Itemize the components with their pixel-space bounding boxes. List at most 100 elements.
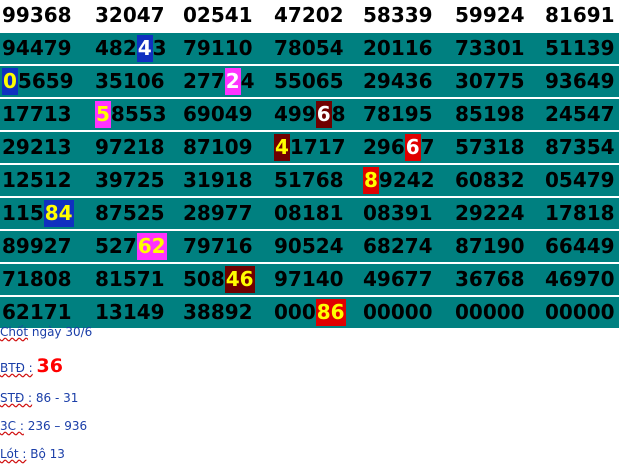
number-cell: 47202 <box>274 0 344 31</box>
number-text-tail: 1717 <box>289 135 346 159</box>
number-cell: 58553 <box>95 99 167 130</box>
number-text-tail: 7 <box>420 135 435 159</box>
number-cell: 78054 <box>274 33 344 64</box>
number-text: 02541 <box>183 3 253 27</box>
number-text: 05479 <box>545 168 615 192</box>
number-text: 29436 <box>363 69 433 93</box>
grid-row: 12512 39725 31918 51768 89242 60832 05479 <box>0 165 619 196</box>
number-cell: 52762 <box>95 231 167 262</box>
number-text: 51139 <box>545 36 615 60</box>
number-text: 36768 <box>455 267 525 291</box>
number-text: 90524 <box>274 234 344 258</box>
number-text: 87354 <box>545 135 615 159</box>
number-cell: 89242 <box>363 165 435 196</box>
number-cell: 00000 <box>545 297 615 328</box>
number-text: 94479 <box>2 36 72 60</box>
highlighted-digits: 8 <box>363 167 379 194</box>
number-text: 71808 <box>2 267 72 291</box>
number-cell: 05659 <box>2 66 74 97</box>
number-cell: 48243 <box>95 33 167 64</box>
number-text: 51768 <box>274 168 344 192</box>
highlighted-digits: 5 <box>95 101 111 128</box>
number-text: 49677 <box>363 267 433 291</box>
number-text: 58339 <box>363 3 433 27</box>
grid-row: 62171 13149 38892 00086 00000 00000 00000 <box>0 297 619 328</box>
number-text: 115 <box>2 201 44 225</box>
c3-value: 236 – 936 <box>23 419 88 433</box>
number-text: 59924 <box>455 3 525 27</box>
number-cell: 78195 <box>363 99 433 130</box>
number-cell: 39725 <box>95 165 165 196</box>
btd-value: 36 <box>36 355 63 377</box>
number-text: 00000 <box>545 300 615 324</box>
number-cell: 60832 <box>455 165 525 196</box>
number-text: 17713 <box>2 102 72 126</box>
number-text: 85198 <box>455 102 525 126</box>
number-cell: 31918 <box>183 165 253 196</box>
number-cell: 20116 <box>363 33 433 64</box>
number-text: 13149 <box>95 300 165 324</box>
number-cell: 32047 <box>95 0 165 31</box>
grid-row: 71808 81571 50846 97140 49677 36768 46970 <box>0 264 619 295</box>
std-label: STĐ : <box>0 391 33 405</box>
note-3c: 3C : 236 – 936 <box>0 419 87 433</box>
number-cell: 00086 <box>274 297 346 328</box>
number-cell: 87109 <box>183 132 253 163</box>
number-text: 69049 <box>183 102 253 126</box>
number-text-tail: 5659 <box>17 69 74 93</box>
number-cell: 71808 <box>2 264 72 295</box>
number-text: 12512 <box>2 168 72 192</box>
number-cell: 30775 <box>455 66 525 97</box>
number-cell: 08391 <box>363 198 433 229</box>
number-cell: 73301 <box>455 33 525 64</box>
number-text: 93649 <box>545 69 615 93</box>
number-text: 00000 <box>455 300 525 324</box>
number-text: 78054 <box>274 36 344 60</box>
number-cell: 46970 <box>545 264 615 295</box>
number-cell: 29436 <box>363 66 433 97</box>
number-cell: 58339 <box>363 0 433 31</box>
grid-row: 29213 97218 87109 41717 29667 57318 87354 <box>0 132 619 163</box>
number-cell: 00000 <box>455 297 525 328</box>
number-text: 08391 <box>363 201 433 225</box>
highlighted-digits: 2 <box>224 68 241 95</box>
grid-row: 89927 52762 79716 90524 68274 87190 66449 <box>0 231 619 262</box>
grid-row: 99368 32047 02541 47202 58339 59924 81691 <box>0 0 619 31</box>
number-text: 55065 <box>274 69 344 93</box>
highlighted-digits: 46 <box>224 266 255 293</box>
number-text: 79716 <box>183 234 253 258</box>
number-cell: 29667 <box>363 132 435 163</box>
number-cell: 69049 <box>183 99 253 130</box>
note-btd: BTĐ : 36 <box>0 355 63 377</box>
number-text: 508 <box>183 267 225 291</box>
number-text: 29224 <box>455 201 525 225</box>
number-text: 482 <box>95 36 137 60</box>
number-text: 81691 <box>545 3 615 27</box>
highlighted-digits: 6 <box>404 134 421 161</box>
number-cell: 41717 <box>274 132 346 163</box>
number-cell: 87354 <box>545 132 615 163</box>
number-text: 20116 <box>363 36 433 60</box>
number-text: 66449 <box>545 234 615 258</box>
lot-value: Bộ 13 <box>26 447 65 461</box>
chot-date: ngày 30/6 <box>28 325 93 339</box>
number-text-tail: 8553 <box>110 102 167 126</box>
number-text: 87190 <box>455 234 525 258</box>
highlighted-digits: 86 <box>315 299 346 326</box>
highlighted-digits: 62 <box>136 233 167 260</box>
number-cell: 29213 <box>2 132 72 163</box>
number-text: 24547 <box>545 102 615 126</box>
number-cell: 24547 <box>545 99 615 130</box>
number-text: 79110 <box>183 36 253 60</box>
number-text: 29213 <box>2 135 72 159</box>
number-cell: 57318 <box>455 132 525 163</box>
grid-row: 05659 35106 27724 55065 29436 30775 93649 <box>0 66 619 97</box>
number-text: 39725 <box>95 168 165 192</box>
number-cell: 12512 <box>2 165 72 196</box>
number-text: 527 <box>95 234 137 258</box>
number-grid: 99368 32047 02541 47202 58339 59924 81691 94479… <box>0 0 622 330</box>
number-text: 08181 <box>274 201 344 225</box>
number-text: 28977 <box>183 201 253 225</box>
number-text: 73301 <box>455 36 525 60</box>
number-text-tail: 8 <box>331 102 346 126</box>
